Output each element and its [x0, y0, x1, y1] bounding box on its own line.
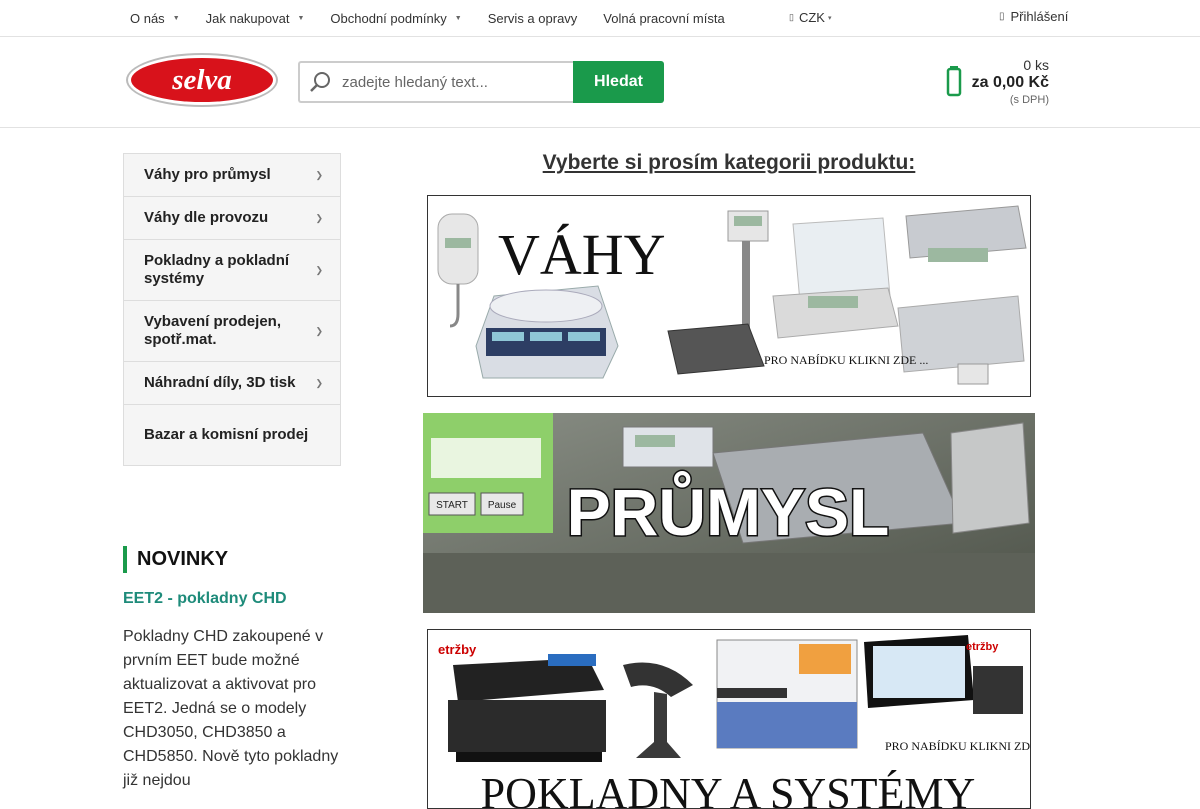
- top-nav-label: Jak nakupovat: [205, 10, 290, 26]
- top-nav: O nás ▼ Jak nakupovat ▼ Obchodní podmínky ▼…: [130, 0, 751, 36]
- etrzby-logo: etržby: [438, 642, 477, 657]
- search-box: [298, 61, 574, 103]
- logo-text: selva: [171, 64, 232, 96]
- top-nav-label: Volná pracovní místa: [603, 10, 725, 26]
- news-heading: NOVINKY: [123, 546, 353, 573]
- chevron-right-icon: ❯: [315, 170, 323, 180]
- page-title: Vyberte si prosím kategorii produktu:: [542, 151, 916, 174]
- banner-pokladny-title: POKLADNY A SYSTÉMY: [481, 769, 976, 809]
- banner-prumysl-image: START Pause PRŮMYSL: [423, 413, 1035, 613]
- user-icon: ▯: [999, 11, 1005, 22]
- banner-vahy-image: VÁHY PRO NABÍDKU KLIKNI ZDE ...: [428, 196, 1030, 396]
- sidebar-item-pokladny[interactable]: Pokladny a pokladní systémy ❯: [124, 240, 340, 301]
- banner-vahy[interactable]: VÁHY PRO NABÍDKU KLIKNI ZDE ...: [427, 195, 1031, 397]
- sidebar-item-label: Pokladny a pokladní systémy: [144, 252, 290, 287]
- top-nav-label: Servis a opravy: [487, 10, 578, 26]
- login-label: Přihlášení: [1010, 9, 1069, 24]
- search-button[interactable]: Hledat: [573, 61, 664, 103]
- cart-vat-note: (s DPH): [1009, 94, 1049, 106]
- banner-pokladny-image: etržby etržby PRO NABÍDKU KLIKNI ZDE ...…: [428, 630, 1031, 809]
- top-nav-item-volna-mista[interactable]: Volná pracovní místa: [603, 11, 724, 26]
- cart-icon[interactable]: [945, 65, 963, 97]
- sidebar-item-label: Váhy dle provozu: [144, 209, 269, 226]
- chevron-right-icon: ❯: [315, 378, 323, 388]
- chevron-right-icon: ❯: [315, 213, 323, 223]
- top-bar: O nás ▼ Jak nakupovat ▼ Obchodní podmínky ▼…: [0, 0, 1200, 37]
- cart-total[interactable]: za 0,00 Kč: [972, 74, 1049, 92]
- sidebar-item-label: Vybavení prodejen, spotř.mat.: [144, 313, 281, 348]
- sidebar-item-nahradni-dily[interactable]: Náhradní díly, 3D tisk ❯: [124, 362, 340, 405]
- sidebar-item-vybaveni[interactable]: Vybavení prodejen, spotř.mat. ❯: [124, 301, 340, 362]
- news-section: NOVINKY EET2 - pokladny CHD Pokladny CHD…: [123, 546, 353, 793]
- banner-prumysl-title: PRŮMYSL: [567, 470, 890, 549]
- currency-icon: ▯: [789, 12, 794, 22]
- sidebar-item-label: Bazar a komisní prodej: [144, 426, 309, 443]
- panel-start-button: START: [436, 500, 468, 511]
- top-nav-label: Obchodní podmínky: [330, 10, 447, 26]
- chevron-down-icon: ▾: [827, 14, 832, 22]
- search-icon: [300, 63, 342, 101]
- sidebar-item-vahy-prumysl[interactable]: Váhy pro průmysl ❯: [124, 154, 340, 197]
- top-nav-item-obchodni-podminky[interactable]: Obchodní podmínky ▼: [330, 11, 461, 26]
- banner-pokladny-cta: PRO NABÍDKU KLIKNI ZDE ...: [885, 739, 1031, 753]
- currency-selector[interactable]: ▯ CZK ▾: [789, 10, 831, 25]
- category-sidebar: Váhy pro průmysl ❯ Váhy dle provozu ❯ Pokl…: [123, 153, 341, 466]
- chevron-right-icon: ❯: [315, 326, 323, 336]
- sidebar-item-label: Náhradní díly, 3D tisk: [144, 374, 296, 391]
- chevron-down-icon: ▼: [297, 14, 305, 22]
- top-nav-item-o-nas[interactable]: O nás ▼: [130, 11, 180, 26]
- chevron-down-icon: ▼: [454, 14, 462, 22]
- panel-pause-button: Pause: [488, 500, 517, 511]
- header: selva Hledat 0 ks za 0,00 Kč (s DPH): [0, 37, 1200, 128]
- banner-prumysl[interactable]: START Pause PRŮMYSL: [423, 413, 1035, 613]
- banner-vahy-title: VÁHY: [498, 222, 666, 287]
- chevron-down-icon: ▼: [172, 14, 180, 22]
- banner-pokladny[interactable]: etržby etržby PRO NABÍDKU KLIKNI ZDE ...…: [427, 629, 1031, 809]
- cart-count[interactable]: 0 ks: [1023, 57, 1049, 73]
- top-nav-item-servis[interactable]: Servis a opravy: [488, 11, 578, 26]
- search-input[interactable]: [342, 64, 570, 100]
- selva-logo[interactable]: selva: [125, 52, 279, 108]
- banner-vahy-cta: PRO NABÍDKU KLIKNI ZDE ...: [764, 353, 928, 367]
- sidebar-item-bazar[interactable]: Bazar a komisní prodej: [124, 405, 340, 465]
- news-article-title[interactable]: EET2 - pokladny CHD: [123, 590, 353, 608]
- chevron-right-icon: ❯: [315, 265, 323, 275]
- currency-label: CZK: [798, 10, 825, 25]
- top-nav-label: O nás: [130, 10, 165, 26]
- sidebar-item-vahy-provoz[interactable]: Váhy dle provozu ❯: [124, 197, 340, 240]
- top-nav-item-jak-nakupovat[interactable]: Jak nakupovat ▼: [206, 11, 305, 26]
- news-article-body: Pokladny CHD zakoupené v prvním EET bude…: [123, 628, 339, 789]
- etrzby-logo-2: etržby: [966, 641, 999, 653]
- login-link[interactable]: ▯ Přihlášení: [999, 9, 1068, 24]
- sidebar-item-label: Váhy pro průmysl: [144, 166, 271, 183]
